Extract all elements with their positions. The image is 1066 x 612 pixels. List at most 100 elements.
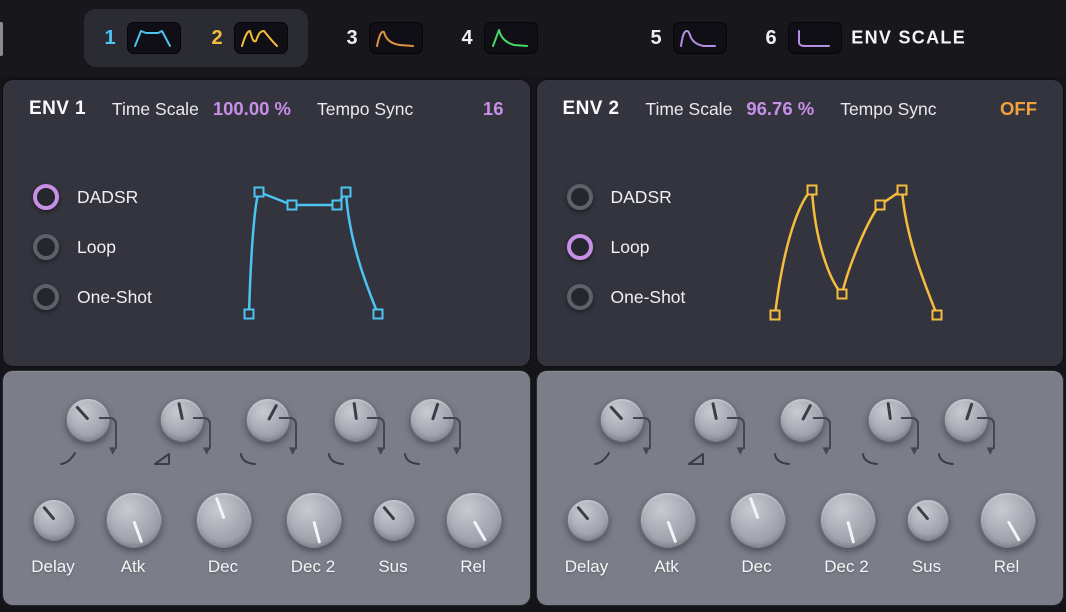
env-scale-label: ENV SCALE [851,28,966,49]
mode-label: One-Shot [611,287,686,308]
active-env-tab-group: 1 2 [84,9,308,67]
radio-icon [567,184,593,210]
envelope-handle[interactable] [875,201,884,210]
envelope-handle[interactable] [255,188,264,197]
envelope-2-thumbnail-icon [234,22,288,54]
env-tab-row-3-4: 3 4 [346,9,538,67]
env-tab-5[interactable]: 5 [650,22,727,54]
sus-knob[interactable] [907,499,949,541]
env1-display-section: ENV 1 Time Scale 100.00 % Tempo Sync 16 … [3,80,530,366]
delay-label: Delay [542,557,632,577]
curve-shape-icon [327,451,345,466]
tempo-sync-label: Tempo Sync [317,99,413,120]
env1-envelope-display[interactable] [241,172,391,327]
mode-option-dadsr[interactable]: DADSR [567,172,686,222]
rel-knob[interactable] [980,492,1036,548]
atk-knob[interactable] [106,492,162,548]
sus-label: Sus [348,557,438,577]
panel-title: ENV 1 [29,98,86,120]
dec2-knob[interactable] [286,492,342,548]
mode-option-loop[interactable]: Loop [33,222,152,272]
time-scale-label: Time Scale [112,99,199,120]
radio-icon [33,284,59,310]
envelope-handle[interactable] [333,201,342,210]
rel-knob[interactable] [446,492,502,548]
down-arrow-icon: ▾ [987,443,995,458]
sus-knob[interactable] [373,499,415,541]
curve-shape-icon [593,451,611,466]
curve-shape-icon [239,451,257,466]
delay-knob[interactable] [567,499,609,541]
radio-selected-icon [567,234,593,260]
curve-shape-icon [773,451,791,466]
radio-selected-icon [33,184,59,210]
env1-knob-section: ▾ ▾ ▾ ▾ ▾ Delay Atk Dec Dec 2 Sus Rel [3,371,530,605]
atk-label: Atk [88,557,178,577]
envelope-handle[interactable] [342,188,351,197]
envelope-tab-bar: 1 2 3 4 5 [0,0,1066,76]
env1-header: ENV 1 Time Scale 100.00 % Tempo Sync 16 [3,98,530,120]
envelope-handle[interactable] [245,310,254,319]
curve-shape-icon [59,451,77,466]
envelope-handle[interactable] [770,311,779,320]
dec2-knob[interactable] [820,492,876,548]
envelope-5-thumbnail-icon [673,22,727,54]
rel-label: Rel [962,557,1052,577]
envelope-1-thumbnail-icon [127,22,181,54]
tempo-sync-value[interactable]: OFF [1000,98,1037,120]
envelope-curve [775,190,937,315]
env2-envelope-display[interactable] [769,170,954,328]
down-arrow-icon: ▾ [109,443,117,458]
env-tab-3[interactable]: 3 [346,22,423,54]
mode-label: One-Shot [77,287,152,308]
envelope-handle[interactable] [288,201,297,210]
env2-knob-section: ▾ ▾ ▾ ▾ ▾ Delay Atk Dec Dec 2 Sus Rel [537,371,1064,605]
envelope-handle[interactable] [897,186,906,195]
env-tab-6[interactable]: 6 [765,22,842,54]
env2-panel: ENV 2 Time Scale 96.76 % Tempo Sync OFF … [537,80,1064,605]
envelope-editors: ENV 1 Time Scale 100.00 % Tempo Sync 16 … [0,76,1066,605]
down-arrow-icon: ▾ [737,443,745,458]
dec-label: Dec [712,557,802,577]
tab-number: 6 [765,27,777,50]
curve-shape-icon [861,451,879,466]
env1-mode-selector: DADSR Loop One-Shot [33,172,152,322]
mode-option-dadsr[interactable]: DADSR [33,172,152,222]
tempo-sync-value[interactable]: 16 [483,98,504,120]
dec-label: Dec [178,557,268,577]
env2-display-section: ENV 2 Time Scale 96.76 % Tempo Sync OFF … [537,80,1064,366]
delay-knob[interactable] [33,499,75,541]
tab-number: 3 [346,27,358,50]
time-scale-value[interactable]: 96.76 % [746,98,814,120]
env-tab-row-5-6: 5 6 [650,9,842,67]
dec-knob[interactable] [730,492,786,548]
env-tab-4[interactable]: 4 [461,22,538,54]
tab-number: 1 [104,27,116,50]
envelope-handle[interactable] [374,310,383,319]
curve-shape-icon [403,451,421,466]
envelope-handle[interactable] [932,311,941,320]
env1-panel: ENV 1 Time Scale 100.00 % Tempo Sync 16 … [3,80,530,605]
panel-title: ENV 2 [563,98,620,120]
time-scale-value[interactable]: 100.00 % [213,98,291,120]
atk-knob[interactable] [640,492,696,548]
dec2-label: Dec 2 [802,557,892,577]
dec-knob[interactable] [196,492,252,548]
mode-option-one-shot[interactable]: One-Shot [33,272,152,322]
left-edge-mark [0,22,3,56]
linear-shape-icon [153,451,171,466]
envelope-handle[interactable] [837,290,846,299]
envelope-curve [249,192,378,314]
mode-option-loop[interactable]: Loop [567,222,686,272]
env-tab-1[interactable]: 1 [104,22,181,54]
envelope-handle[interactable] [807,186,816,195]
linear-shape-icon [687,451,705,466]
sus-label: Sus [882,557,972,577]
mode-option-one-shot[interactable]: One-Shot [567,272,686,322]
envelope-3-thumbnail-icon [369,22,423,54]
down-arrow-icon: ▾ [203,443,211,458]
time-scale-label: Time Scale [645,99,732,120]
env-tab-2[interactable]: 2 [211,22,288,54]
delay-label: Delay [8,557,98,577]
mode-label: Loop [611,237,650,258]
